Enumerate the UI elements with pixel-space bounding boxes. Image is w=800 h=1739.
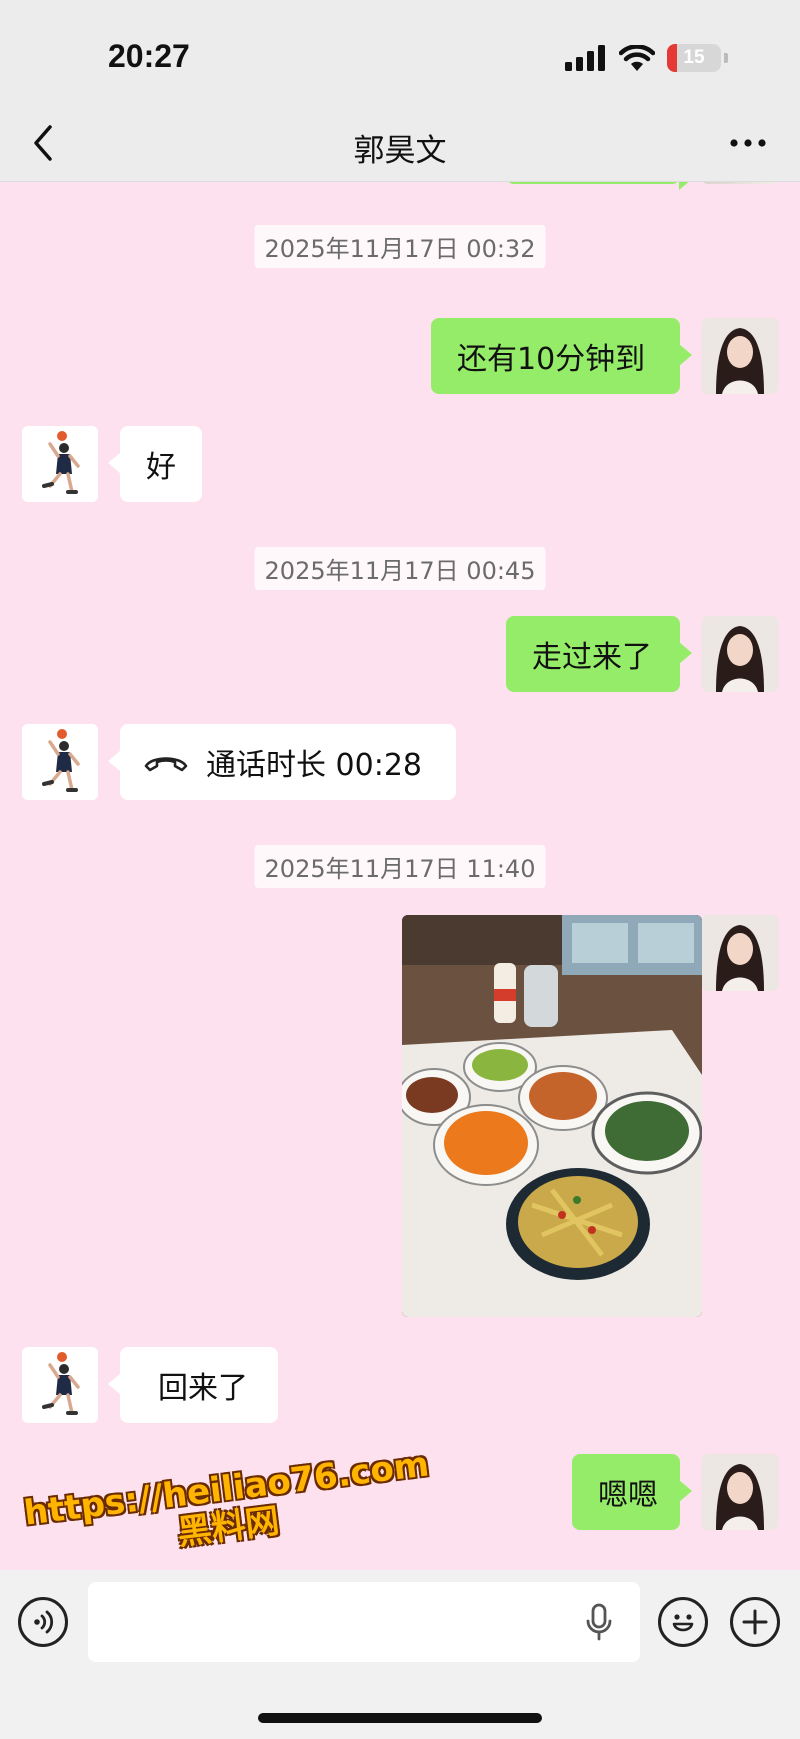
home-indicator xyxy=(258,1713,542,1723)
chat-title: 郭昊文 xyxy=(353,133,447,169)
battery-level: 15 xyxy=(683,47,705,68)
call-duration-text: 通话时长 00:28 xyxy=(206,748,422,783)
food-photo-message[interactable] xyxy=(402,915,702,1317)
message-bubble-other[interactable]: 好 xyxy=(108,426,202,502)
message-bubble-other[interactable]: 回来了 xyxy=(108,1347,278,1423)
basketball-player-icon xyxy=(22,426,98,502)
wifi-icon xyxy=(619,45,655,71)
emoji-icon xyxy=(672,1614,694,1632)
signal-icon xyxy=(565,45,605,71)
voice-toggle-button[interactable] xyxy=(18,1597,68,1647)
chat-header: 郭昊文 xyxy=(0,105,800,182)
avatar-self[interactable] xyxy=(702,616,778,692)
voice-icon xyxy=(34,1610,54,1634)
message-bubble-self[interactable]: 嗯嗯 xyxy=(572,1454,692,1530)
avatar-self[interactable] xyxy=(702,182,778,184)
more-button[interactable] xyxy=(728,131,768,155)
avatar-other[interactable] xyxy=(22,426,98,502)
avatar-other[interactable] xyxy=(22,724,98,800)
plus-icon xyxy=(742,1609,768,1635)
message-timestamp: 2025年11月17日 00:45 xyxy=(254,547,546,590)
chat-area[interactable]: 2025年11月17日 00:32 还有10分钟到 好 2025年11月17日 … xyxy=(0,182,800,1570)
status-bar: 20:27 15 xyxy=(0,0,800,105)
message-bubble-self[interactable]: 还有10分钟到 xyxy=(431,318,692,394)
call-record-bubble[interactable]: 通话时长 00:28 xyxy=(108,724,456,800)
avatar-self[interactable] xyxy=(702,1454,778,1530)
avatar-self[interactable] xyxy=(702,915,778,991)
phone-hangup-icon xyxy=(144,757,188,772)
battery-icon: 15 xyxy=(667,44,721,72)
avatar-portrait xyxy=(702,915,778,991)
emoji-button[interactable] xyxy=(658,1597,708,1647)
avatar-self[interactable] xyxy=(702,318,778,394)
more-actions-button[interactable] xyxy=(730,1597,780,1647)
partial-message-bubble[interactable] xyxy=(506,182,692,190)
message-timestamp: 2025年11月17日 00:32 xyxy=(254,225,546,268)
message-input-bar xyxy=(0,1570,800,1739)
basketball-player-icon xyxy=(22,724,98,800)
voice-input-button[interactable] xyxy=(584,1602,614,1642)
more-dots-icon xyxy=(730,139,766,147)
food-photo xyxy=(402,915,702,1317)
status-time: 20:27 xyxy=(108,38,190,74)
avatar-portrait xyxy=(702,318,778,394)
status-icons: 15 xyxy=(565,44,728,72)
message-text-field[interactable] xyxy=(88,1582,640,1662)
message-bubble-self[interactable]: 走过来了 xyxy=(506,616,692,692)
basketball-player-icon xyxy=(22,1347,98,1423)
battery-tip xyxy=(724,53,728,63)
avatar-portrait xyxy=(702,1454,778,1530)
avatar-portrait xyxy=(702,616,778,692)
avatar-other[interactable] xyxy=(22,1347,98,1423)
microphone-icon xyxy=(586,1603,612,1641)
message-timestamp: 2025年11月17日 11:40 xyxy=(254,845,546,888)
